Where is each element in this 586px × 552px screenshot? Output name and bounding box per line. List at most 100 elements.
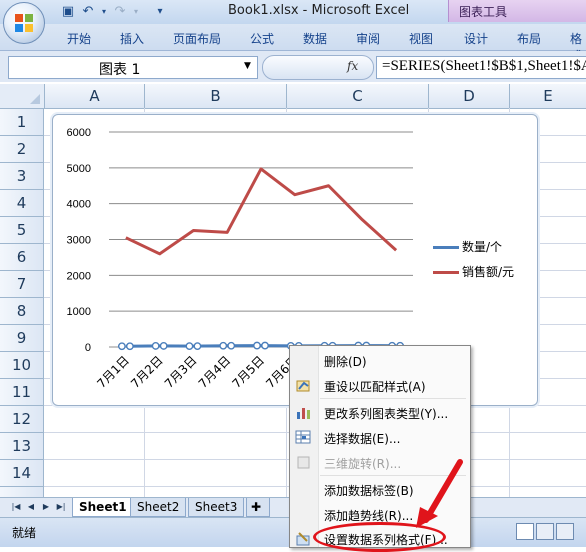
data-point-handle <box>193 342 202 351</box>
menu-item-change-chart-type[interactable]: 更改系列图表类型(Y)... <box>290 400 470 425</box>
data-point-handle <box>219 341 228 350</box>
tab-insert[interactable]: 插入 <box>120 30 144 47</box>
menu-item-select-data[interactable]: 选择数据(E)... <box>290 425 470 450</box>
menu-separator <box>320 398 466 399</box>
tab-design[interactable]: 设计 <box>464 30 488 47</box>
redo-dropdown-icon[interactable]: ▾ <box>128 4 144 20</box>
formula-text: =SERIES(Sheet1!$B$1,Sheet1!$A$2:$A$9,She… <box>382 58 586 74</box>
legend-sales[interactable]: 销售额/元 <box>462 263 514 280</box>
format-series-icon <box>296 532 310 546</box>
menu-item-label: 重设以匹配样式(A) <box>324 380 426 394</box>
row-header-1[interactable]: 1 <box>0 109 44 136</box>
data-point-handle <box>227 341 236 350</box>
window-title: Book1.xlsx - Microsoft Excel <box>228 3 410 18</box>
normal-view-icon[interactable] <box>516 523 534 540</box>
save-icon[interactable]: ▣ <box>60 4 76 20</box>
sheet-tab-2[interactable]: Sheet2 <box>130 498 187 517</box>
name-box[interactable]: 图表 1 ▼ <box>8 56 258 79</box>
y-tick-label: 5000 <box>67 163 91 175</box>
row-header-7[interactable]: 7 <box>0 271 44 298</box>
menu-item-label: 三维旋转(R)... <box>324 457 402 471</box>
data-point-handle <box>117 342 126 351</box>
reset-style-icon <box>296 380 310 392</box>
sheet-tab-3[interactable]: Sheet3 <box>188 498 245 517</box>
data-point-handle <box>185 342 194 351</box>
formula-bar: 图表 1 ▼ fx =SERIES(Sheet1!$B$1,Sheet1!$A$… <box>0 51 586 82</box>
x-tick-label: 7月5日 <box>229 353 267 391</box>
office-button[interactable] <box>3 2 45 44</box>
chart-type-icon <box>297 408 310 419</box>
redo-icon[interactable]: ↷ <box>112 4 128 20</box>
first-sheet-icon[interactable]: |◀ <box>10 501 22 513</box>
menu-item-label: 添加数据标签(B) <box>324 484 414 498</box>
column-header-b[interactable]: B <box>145 84 287 109</box>
legend-swatch-quantity <box>433 246 459 249</box>
formula-input[interactable]: =SERIES(Sheet1!$B$1,Sheet1!$A$2:$A$9,She… <box>376 56 586 79</box>
menu-item-add-data-labels[interactable]: 添加数据标签(B) <box>290 477 470 502</box>
row-header-6[interactable]: 6 <box>0 244 44 271</box>
menu-item-delete[interactable]: 删除(D) <box>290 348 470 373</box>
row-header-12[interactable]: 12 <box>0 406 44 433</box>
insert-function-area: fx <box>262 55 374 80</box>
menu-item-reset-style[interactable]: 重设以匹配样式(A) <box>290 373 470 398</box>
name-box-dropdown-icon[interactable]: ▼ <box>244 61 251 71</box>
undo-icon[interactable]: ↶ <box>80 4 96 20</box>
row-header-9[interactable]: 9 <box>0 325 44 352</box>
data-point-handle <box>261 341 269 350</box>
highlight-ellipse <box>313 522 446 552</box>
x-tick-label: 7月3日 <box>162 353 200 391</box>
prev-sheet-icon[interactable]: ◀ <box>25 501 37 513</box>
data-point-handle <box>253 341 261 350</box>
row-header-2[interactable]: 2 <box>0 136 44 163</box>
data-point-handle <box>151 342 160 350</box>
tab-home[interactable]: 开始 <box>67 30 91 47</box>
row-header-14[interactable]: 14 <box>0 460 44 487</box>
menu-item-3d-rotation: 三维旋转(R)... <box>290 450 470 475</box>
select-all-corner[interactable] <box>0 84 45 109</box>
legend-quantity[interactable]: 数量/个 <box>462 238 502 255</box>
menu-item-label: 选择数据(E)... <box>324 432 401 446</box>
page-break-view-icon[interactable] <box>556 523 574 540</box>
legend-swatch-sales <box>433 271 459 274</box>
column-header-c[interactable]: C <box>287 84 429 109</box>
customize-qat-icon[interactable]: ▾ <box>152 4 168 20</box>
column-header-d[interactable]: D <box>429 84 510 109</box>
last-sheet-icon[interactable]: ▶| <box>55 501 67 513</box>
x-tick-label: 7月1日 <box>94 353 132 391</box>
insert-sheet-icon[interactable]: ✚ <box>246 498 270 517</box>
series-line-sales <box>125 167 398 256</box>
tab-view[interactable]: 视图 <box>409 30 433 47</box>
office-logo-icon <box>15 14 33 32</box>
tab-data[interactable]: 数据 <box>303 30 327 47</box>
status-ready: 就绪 <box>12 526 37 540</box>
rotate-3d-icon <box>297 456 310 469</box>
sheet-tab-1[interactable]: Sheet1 <box>72 498 134 517</box>
row-header-10[interactable]: 10 <box>0 352 44 379</box>
row-header-11[interactable]: 11 <box>0 379 44 406</box>
menu-separator <box>320 475 466 476</box>
ribbon-tabs: 开始 插入 页面布局 公式 数据 审阅 视图 设计 布局 格式 <box>0 24 586 63</box>
page-layout-view-icon[interactable] <box>536 523 554 540</box>
row-header-13[interactable]: 13 <box>0 433 44 460</box>
row-header-4[interactable]: 4 <box>0 190 44 217</box>
data-point-handle <box>159 342 168 350</box>
tab-page-layout[interactable]: 页面布局 <box>173 30 221 47</box>
tab-formulas[interactable]: 公式 <box>250 30 274 47</box>
y-tick-label: 2000 <box>67 270 91 282</box>
column-header-a[interactable]: A <box>45 84 145 109</box>
x-tick-label: 7月4日 <box>196 353 234 391</box>
chart-tools-context: 图表工具 <box>448 0 586 22</box>
tab-layout[interactable]: 布局 <box>517 30 541 47</box>
undo-dropdown-icon[interactable]: ▾ <box>96 4 112 20</box>
column-header-e[interactable]: E <box>510 84 586 109</box>
insert-function-button[interactable]: fx <box>347 59 358 73</box>
tab-review[interactable]: 审阅 <box>356 30 380 47</box>
row-header-3[interactable]: 3 <box>0 163 44 190</box>
name-box-value: 图表 1 <box>99 62 141 78</box>
row-header-8[interactable]: 8 <box>0 298 44 325</box>
chart-tools-label: 图表工具 <box>459 5 508 19</box>
row-header-5[interactable]: 5 <box>0 217 44 244</box>
x-tick-label: 7月2日 <box>128 353 166 391</box>
next-sheet-icon[interactable]: ▶ <box>40 501 52 513</box>
context-menu: 删除(D) 重设以匹配样式(A) 更改系列图表类型(Y)... 选择数据(E).… <box>289 345 471 548</box>
